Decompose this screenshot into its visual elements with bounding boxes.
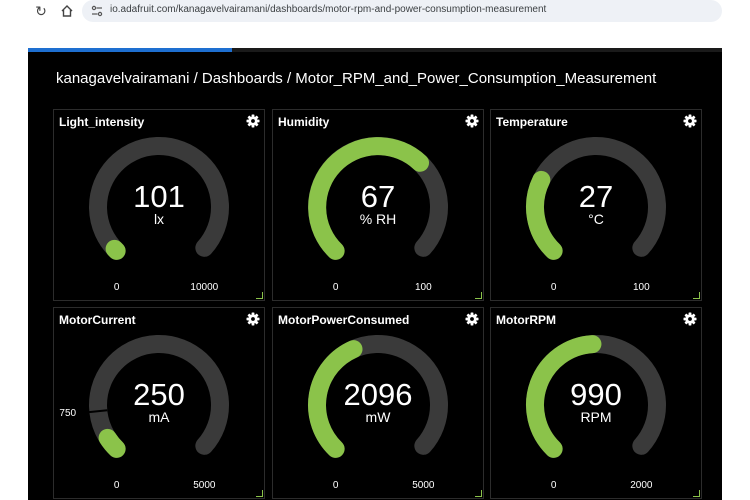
gear-icon[interactable]: [465, 312, 479, 326]
gear-icon[interactable]: [246, 312, 260, 326]
gauge-value: 67: [360, 179, 396, 214]
gear-icon[interactable]: [683, 114, 697, 128]
gear-icon[interactable]: [683, 312, 697, 326]
gauge-value: 101: [133, 179, 185, 214]
gauge-min-label: 0: [113, 282, 120, 293]
gauge-unit: mW: [365, 409, 391, 425]
gauge-unit: % RH: [359, 211, 397, 227]
gauge-min-label: 0: [113, 480, 120, 491]
gauge-unit: RPM: [580, 409, 612, 425]
gauge-card-motor-rpm[interactable]: MotorRPM 990 RPM 0 2000: [490, 307, 702, 499]
gauge-min-label: 0: [550, 282, 557, 293]
gauge-fill: [98, 428, 126, 458]
gauge-title: MotorPowerConsumed: [278, 313, 410, 327]
gauge-card-motor-power-consumed[interactable]: MotorPowerConsumed 2096 mW 0 5000: [272, 307, 484, 499]
dashboard: kanagavelvairamani / Dashboards / Motor_…: [28, 48, 722, 500]
resize-handle[interactable]: [256, 292, 263, 299]
gauge-card-temperature[interactable]: Temperature 27 °C 0 100: [490, 109, 702, 301]
gauge-card-motor-current[interactable]: MotorCurrent 250 mA 0 5000 750: [53, 307, 265, 499]
resize-handle[interactable]: [693, 490, 700, 497]
gauge-title: Temperature: [496, 115, 568, 129]
site-info-icon[interactable]: [90, 4, 104, 18]
gauge-card-light-intensity[interactable]: Light_intensity 101 lx 0 10000: [53, 109, 265, 301]
gauge-unit: °C: [588, 211, 604, 227]
browser-toolbar: ↻ io.adafruit.com/kanagavelvairamani/das…: [0, 0, 750, 24]
gauge-value: 2096: [343, 377, 413, 412]
gauge-min-label: 0: [550, 480, 557, 491]
breadcrumb[interactable]: kanagavelvairamani / Dashboards / Motor_…: [56, 70, 656, 87]
gauge-max-label: 2000: [630, 480, 653, 491]
gauge-value: 27: [578, 179, 614, 214]
loading-bar: [28, 48, 722, 52]
resize-handle[interactable]: [475, 490, 482, 497]
gauge-unit: mA: [148, 409, 170, 425]
gauge-threshold-label: 750: [59, 407, 77, 419]
url-text[interactable]: io.adafruit.com/kanagavelvairamani/dashb…: [110, 4, 546, 15]
gauge-value: 250: [133, 377, 185, 412]
gauge-card-humidity[interactable]: Humidity 67% RH 0 100: [272, 109, 484, 301]
gauge-min-label: 0: [332, 282, 339, 293]
reload-icon[interactable]: ↻: [32, 2, 50, 20]
gauge-title: Light_intensity: [59, 115, 145, 129]
gauge-max-label: 100: [414, 282, 432, 293]
resize-handle[interactable]: [693, 292, 700, 299]
gauge-max-label: 10000: [190, 282, 219, 293]
gauge-title: MotorCurrent: [59, 313, 136, 327]
gauge-max-label: 5000: [412, 480, 435, 491]
gauge-max-label: 5000: [193, 480, 216, 491]
gauge-min-label: 0: [332, 480, 339, 491]
gauge-unit: lx: [153, 211, 165, 227]
home-icon[interactable]: [58, 2, 76, 20]
resize-handle[interactable]: [256, 490, 263, 497]
gauge-title: MotorRPM: [496, 313, 556, 327]
gauge-max-label: 100: [632, 282, 650, 293]
loading-bar-fill: [28, 48, 232, 52]
resize-handle[interactable]: [475, 292, 482, 299]
gear-icon[interactable]: [246, 114, 260, 128]
gear-icon[interactable]: [465, 114, 479, 128]
gauge-value: 990: [570, 377, 622, 412]
gauge-fill: [105, 239, 126, 260]
gauge-title: Humidity: [278, 115, 330, 129]
